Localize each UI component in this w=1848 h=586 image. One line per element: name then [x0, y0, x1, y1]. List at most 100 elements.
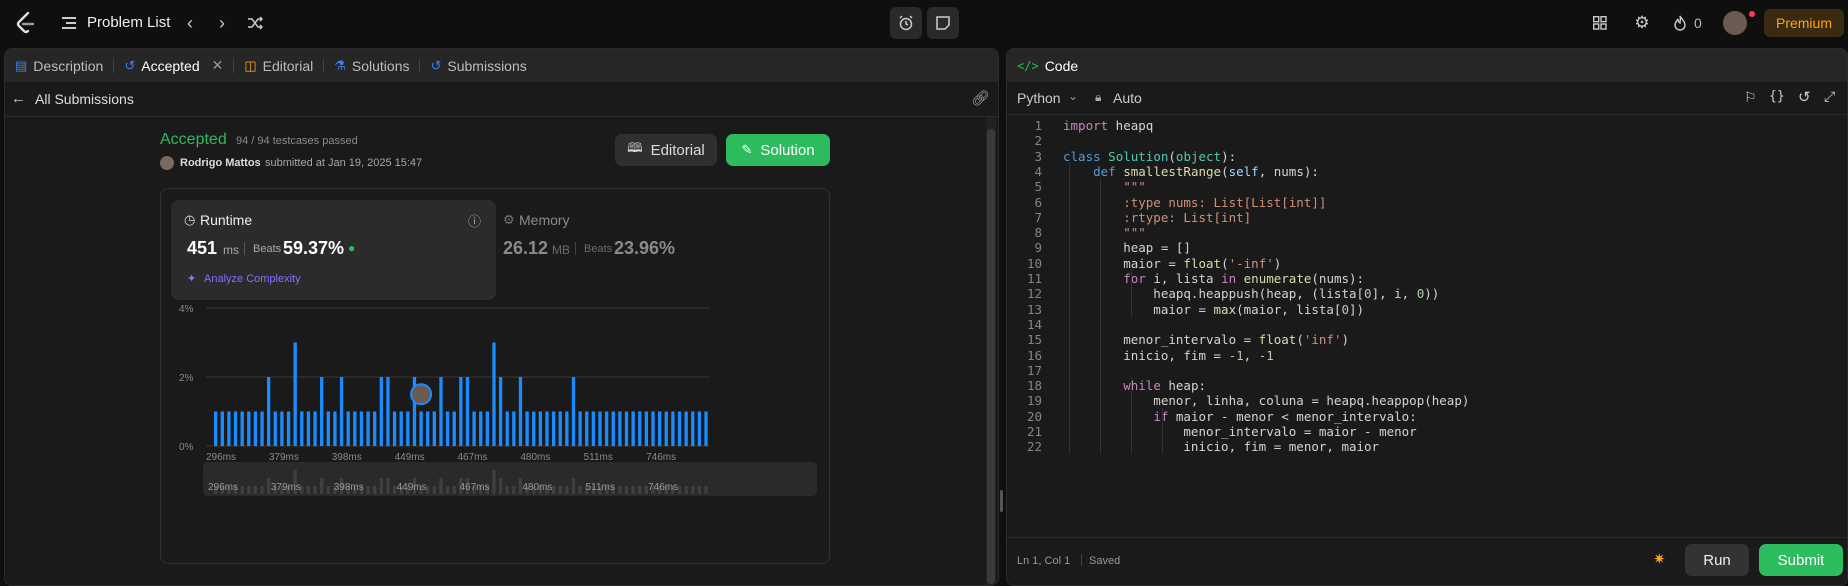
- chart-bar[interactable]: [644, 411, 649, 447]
- tab-description[interactable]: ▤ Description: [5, 49, 113, 82]
- chart-bar[interactable]: [604, 411, 609, 447]
- tab-accepted[interactable]: ↺ Accepted ✕: [114, 49, 233, 82]
- runtime-box[interactable]: ◷ Runtime ⓘ 451 ms Beats 59.37% ● ✦ Anal…: [171, 200, 496, 300]
- chart-bar[interactable]: [392, 411, 397, 447]
- chart-bar[interactable]: [300, 411, 304, 447]
- streak-flame-icon[interactable]: [1670, 12, 1690, 34]
- submit-button[interactable]: Submit: [1759, 544, 1843, 576]
- chart-bar[interactable]: [373, 411, 377, 447]
- chart-bar[interactable]: [220, 411, 224, 447]
- chart-bar[interactable]: [585, 411, 589, 447]
- chart-bar[interactable]: [492, 342, 496, 447]
- info-icon[interactable]: ⓘ: [468, 211, 481, 230]
- scrollbar-track[interactable]: [986, 117, 996, 585]
- chart-bar[interactable]: [267, 377, 271, 446]
- chart-bar[interactable]: [591, 411, 596, 447]
- chart-bar[interactable]: [260, 411, 264, 447]
- problem-list-link[interactable]: Problem List: [87, 14, 170, 31]
- chart-bar[interactable]: [439, 377, 443, 446]
- chart-bar[interactable]: [233, 411, 238, 447]
- chart-bar[interactable]: [684, 411, 688, 447]
- chart-bar[interactable]: [326, 411, 330, 447]
- chart-bar[interactable]: [465, 377, 470, 446]
- chart-bar[interactable]: [677, 411, 682, 447]
- tab-solutions[interactable]: ⚗ Solutions: [324, 49, 419, 82]
- chart-bar[interactable]: [525, 411, 529, 447]
- premium-button[interactable]: Premium: [1764, 9, 1844, 37]
- chart-bar[interactable]: [459, 377, 463, 446]
- chart-bar[interactable]: [671, 411, 675, 447]
- chart-bar[interactable]: [485, 411, 490, 447]
- chart-bar[interactable]: [273, 411, 277, 447]
- chart-bar[interactable]: [333, 411, 337, 447]
- chart-bar[interactable]: [339, 377, 344, 446]
- chart-bar[interactable]: [631, 411, 635, 447]
- note-icon[interactable]: [927, 7, 959, 39]
- chart-bar[interactable]: [472, 411, 476, 447]
- chart-bar[interactable]: [353, 411, 357, 447]
- chart-bar[interactable]: [432, 411, 436, 447]
- chart-bar[interactable]: [538, 411, 543, 447]
- chart-bar[interactable]: [518, 377, 523, 446]
- memory-box[interactable]: ⚙ Memory 26.12 MB Beats 23.96%: [503, 200, 813, 300]
- tab-code[interactable]: </> Code: [1007, 49, 1088, 82]
- chart-bar[interactable]: [512, 411, 516, 447]
- chart-bar[interactable]: [280, 411, 284, 447]
- chart-bar[interactable]: [691, 411, 695, 447]
- chart-bar[interactable]: [565, 411, 569, 447]
- chart-bar[interactable]: [419, 411, 423, 447]
- chart-bar[interactable]: [406, 411, 410, 447]
- code-line[interactable]: 22 inicio, fim = menor, maior: [1007, 438, 1847, 456]
- user-avatar[interactable]: [1723, 11, 1747, 35]
- chart-bar[interactable]: [452, 411, 456, 447]
- tab-editorial[interactable]: ◫ Editorial: [234, 49, 323, 82]
- list-icon[interactable]: [60, 13, 78, 33]
- chart-bar[interactable]: [598, 411, 602, 447]
- chart-bar[interactable]: [578, 411, 582, 447]
- layout-icon[interactable]: [1589, 12, 1611, 34]
- leetcode-logo-icon[interactable]: [12, 10, 38, 36]
- chart-bar[interactable]: [386, 377, 390, 446]
- chart-bar[interactable]: [651, 411, 655, 447]
- chart-bar[interactable]: [479, 411, 483, 447]
- chart-bar[interactable]: [638, 411, 642, 447]
- chart-bar[interactable]: [664, 411, 668, 447]
- previous-problem-icon[interactable]: ‹: [180, 12, 200, 34]
- shuffle-icon[interactable]: [244, 12, 266, 34]
- code-editor[interactable]: 1 import heapq 2 3 class Solution(object): 4 …: [1007, 115, 1847, 535]
- chart-bar[interactable]: [558, 411, 562, 447]
- bookmark-icon[interactable]: ⚐: [1744, 89, 1757, 106]
- chart-bar[interactable]: [399, 411, 403, 447]
- runtime-distribution-chart[interactable]: 4% 2% 0% 296ms 379ms 398ms 449ms 467ms 480ms 511m…: [161, 304, 829, 562]
- chart-bar[interactable]: [657, 411, 662, 447]
- chart-bar[interactable]: [551, 411, 556, 447]
- reset-icon[interactable]: ↺: [1798, 88, 1811, 106]
- format-braces-icon[interactable]: {}: [1769, 89, 1785, 104]
- analyze-complexity-link[interactable]: Analyze Complexity: [204, 273, 301, 285]
- chart-bar[interactable]: [293, 342, 297, 447]
- scrollbar-thumb[interactable]: [987, 129, 995, 584]
- chart-bar[interactable]: [306, 411, 311, 447]
- chart-bar[interactable]: [697, 411, 702, 447]
- run-button[interactable]: Run: [1685, 544, 1749, 576]
- chart-bar[interactable]: [611, 411, 615, 447]
- chart-bar[interactable]: [379, 377, 383, 446]
- chart-bar[interactable]: [227, 411, 231, 447]
- chart-bar[interactable]: [253, 411, 258, 447]
- chart-bar[interactable]: [704, 411, 708, 447]
- chart-bar[interactable]: [247, 411, 251, 447]
- chevron-down-icon[interactable]: ⌄: [1068, 89, 1078, 103]
- chart-bar[interactable]: [571, 377, 576, 446]
- chart-bar[interactable]: [498, 377, 503, 446]
- chart-bar[interactable]: [346, 411, 350, 447]
- debug-bug-icon[interactable]: ✷: [1653, 550, 1666, 568]
- chart-bar[interactable]: [505, 411, 509, 447]
- chart-bar[interactable]: [366, 411, 370, 447]
- auto-mode-toggle[interactable]: Auto: [1113, 90, 1142, 106]
- editorial-button[interactable]: 🕮︎ Editorial: [615, 134, 717, 166]
- submitter-name[interactable]: Rodrigo Mattos: [180, 157, 261, 169]
- chart-bar[interactable]: [240, 411, 244, 447]
- next-problem-icon[interactable]: ›: [212, 12, 232, 34]
- chart-bar[interactable]: [320, 377, 324, 446]
- chart-bar[interactable]: [214, 411, 218, 447]
